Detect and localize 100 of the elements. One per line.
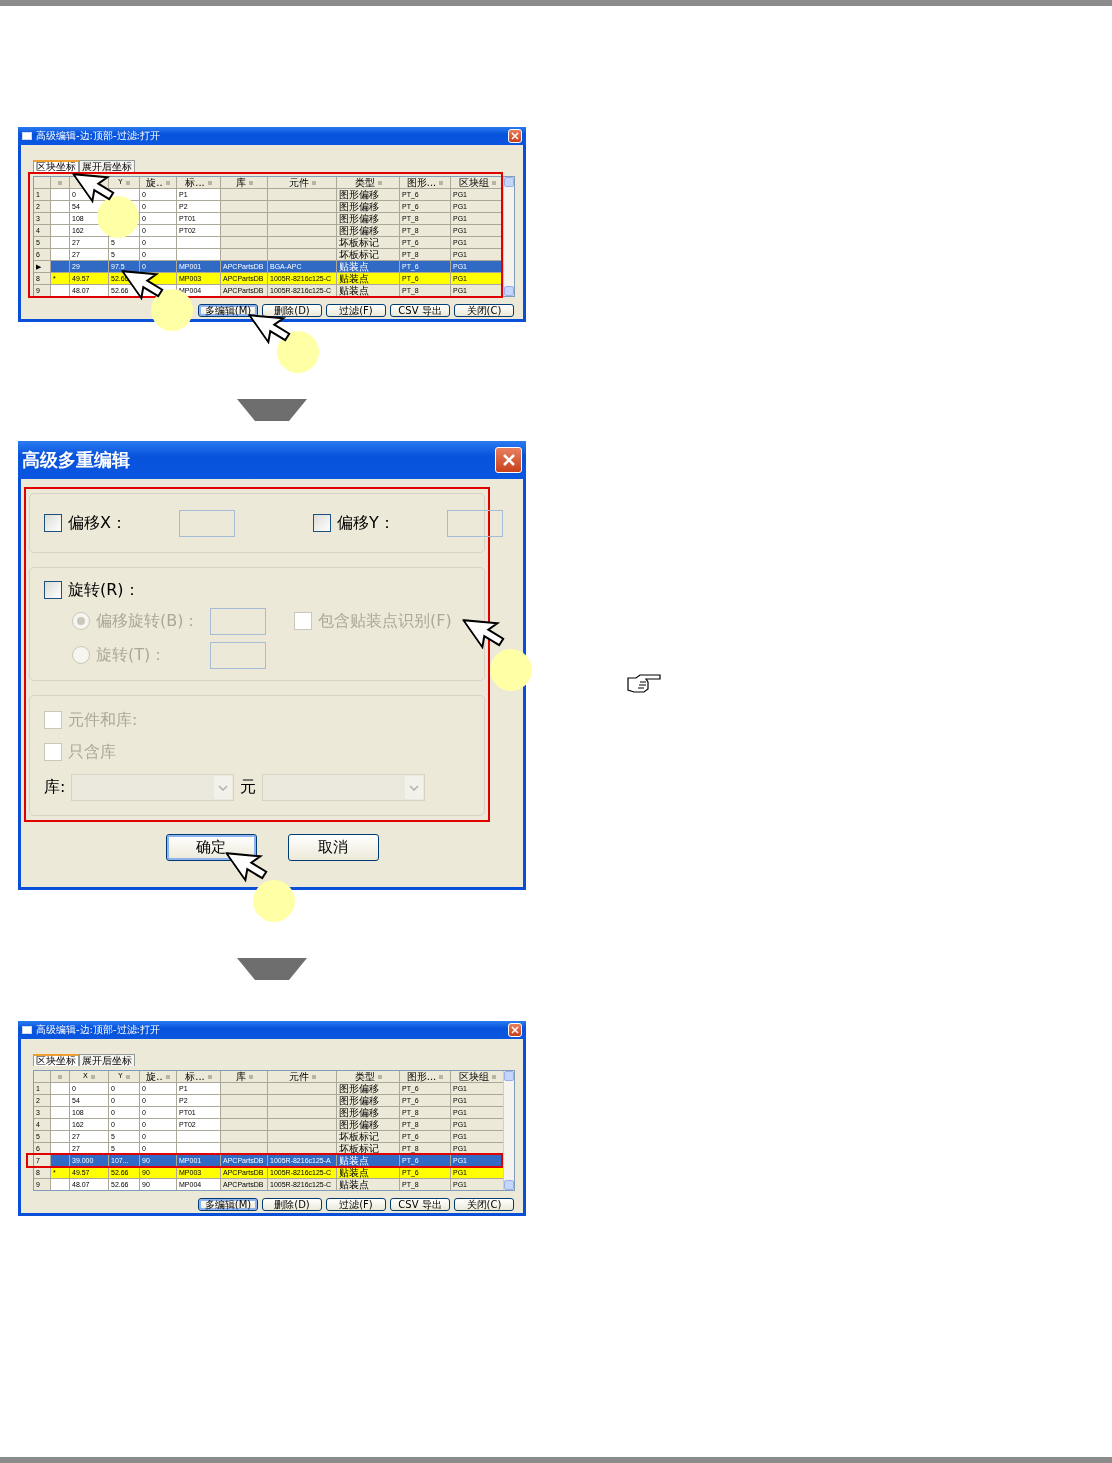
column-header[interactable]: 旋.. (140, 177, 177, 189)
table-cell: 坏板标记 (337, 237, 400, 249)
input-field[interactable] (446, 509, 503, 537)
table-cell (51, 1095, 70, 1107)
table-cell: 贴装点 (337, 1179, 400, 1190)
checkbox[interactable] (44, 581, 62, 599)
dialog-button[interactable]: 过滤(F) (326, 304, 386, 317)
checkbox[interactable] (312, 514, 331, 532)
sort-icon (90, 1074, 95, 1079)
corner-header (34, 177, 51, 189)
table-cell (221, 189, 268, 201)
table-cell (51, 225, 70, 237)
dialog-button[interactable]: 多编辑(M) (198, 1198, 258, 1211)
column-header[interactable]: 库 (221, 1071, 268, 1083)
select-label: 元 (240, 777, 257, 799)
table-cell (51, 213, 70, 225)
table-cell (268, 1107, 337, 1119)
dialog-button[interactable]: 关闭(C) (454, 1198, 514, 1211)
checkbox-label: 偏移Y： (336, 512, 395, 534)
input-field[interactable] (210, 641, 266, 669)
table-cell (177, 249, 221, 261)
table-cell (51, 1131, 70, 1143)
checkbox[interactable] (44, 514, 62, 532)
close-button[interactable] (495, 447, 522, 473)
table-cell (268, 1095, 337, 1107)
table-cell: 图形偏移 (337, 1107, 400, 1119)
column-header[interactable]: 图形... (400, 177, 451, 189)
sort-icon (125, 1074, 130, 1079)
table-cell (51, 189, 70, 201)
sort-icon (58, 1074, 62, 1079)
down-arrow-icon (237, 958, 307, 980)
column-header[interactable]: 类型 (337, 1071, 400, 1083)
sort-icon (165, 180, 170, 185)
close-icon (511, 1026, 519, 1034)
table-cell (268, 213, 337, 225)
dialog-button[interactable]: 多编辑(M) (198, 304, 258, 317)
checkbox-label: 只含库 (68, 742, 116, 763)
table-cell (51, 1083, 70, 1095)
column-header[interactable]: 标... (177, 177, 221, 189)
table-cell (221, 1107, 268, 1119)
sort-icon (125, 180, 130, 185)
sort-icon (439, 180, 444, 185)
dialog-button[interactable]: 删除(D) (262, 1198, 322, 1211)
input-field[interactable] (210, 607, 266, 635)
column-header[interactable]: 类型 (337, 177, 400, 189)
dialog-button[interactable]: 取消 (287, 834, 379, 861)
close-button[interactable] (508, 1023, 522, 1037)
table-cell (51, 261, 70, 273)
table-cell: 图形偏移 (337, 201, 400, 213)
radio-label: 偏移旋转(B)： (96, 610, 201, 632)
column-header[interactable]: 标... (177, 1071, 221, 1083)
close-icon (511, 132, 519, 140)
scrollbar[interactable] (503, 177, 514, 296)
column-header[interactable]: 图形... (400, 1071, 451, 1083)
sort-icon (491, 180, 496, 185)
tab[interactable]: 区块坐标 (33, 160, 79, 172)
column-header[interactable]: 元件 (268, 177, 337, 189)
table-cell: 贴装点 (337, 1155, 400, 1167)
sort-icon (207, 1074, 212, 1079)
chevron-icon (214, 776, 233, 800)
checkbox-label: 偏移X： (68, 512, 127, 534)
checkbox-label: 旋转(R)： (68, 579, 140, 601)
checkbox-label: 包含贴装点识别(F) (318, 610, 452, 632)
tab[interactable]: 展开后坐标 (79, 1054, 135, 1066)
dialog-button[interactable]: 过滤(F) (326, 1198, 386, 1211)
chevron-icon (405, 776, 424, 800)
table-cell (221, 213, 268, 225)
table-cell: 坏板标记 (337, 249, 400, 261)
column-header[interactable] (51, 1071, 70, 1083)
scrollbar[interactable] (503, 1071, 514, 1190)
table-cell (177, 237, 221, 249)
table-cell: 图形偏移 (337, 213, 400, 225)
table-cell (268, 189, 337, 201)
dialog-button[interactable]: 关闭(C) (454, 304, 514, 317)
sort-icon (165, 1074, 170, 1079)
dialog-button[interactable]: CSV 导出 (390, 1198, 450, 1211)
table-cell: 贴装点 (337, 285, 400, 296)
corner-header (34, 1071, 51, 1083)
close-button[interactable] (508, 129, 522, 143)
sort-icon (377, 1074, 382, 1079)
column-header[interactable]: 旋.. (140, 1071, 177, 1083)
column-header[interactable]: 区块组 (451, 1071, 503, 1083)
column-header[interactable] (51, 177, 70, 189)
table-cell (51, 249, 70, 261)
table-cell (221, 1119, 268, 1131)
tab[interactable]: 区块坐标 (33, 1054, 79, 1066)
table-cell (268, 237, 337, 249)
table-cell (268, 1119, 337, 1131)
table-cell (51, 1155, 70, 1167)
table-cell: 图形偏移 (337, 1119, 400, 1131)
sort-icon (58, 180, 62, 185)
column-header[interactable]: 区块组 (451, 177, 503, 189)
table-cell (51, 201, 70, 213)
column-header[interactable]: 库 (221, 177, 268, 189)
column-header[interactable]: 元件 (268, 1071, 337, 1083)
input-field[interactable] (178, 509, 235, 537)
tab[interactable]: 展开后坐标 (79, 160, 135, 172)
table-cell (51, 1107, 70, 1119)
dialog-button[interactable]: CSV 导出 (390, 304, 450, 317)
table-cell: 图形偏移 (337, 1095, 400, 1107)
